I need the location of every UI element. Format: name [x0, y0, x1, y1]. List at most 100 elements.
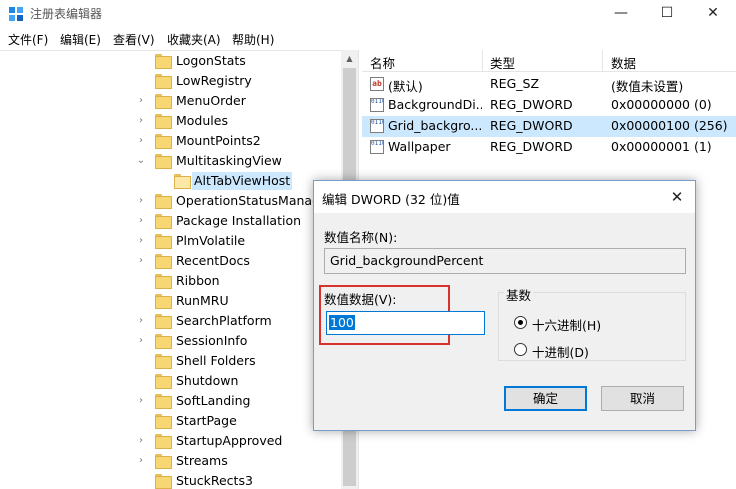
chevron-right-icon[interactable]: ›: [136, 194, 146, 208]
tree-item[interactable]: › SearchPlatform: [0, 311, 340, 331]
folder-icon: [155, 114, 172, 129]
tree-item[interactable]: Ribbon: [0, 271, 340, 291]
tree-item[interactable]: › Package Installation: [0, 211, 340, 231]
chevron-right-icon[interactable]: ›: [136, 254, 146, 268]
chevron-right-icon[interactable]: ›: [136, 214, 146, 228]
chevron-right-icon[interactable]: [136, 274, 146, 288]
tree-item-label: SessionInfo: [176, 333, 248, 348]
folder-icon: [155, 274, 172, 289]
value-data-input[interactable]: 100: [326, 311, 485, 335]
chevron-right-icon[interactable]: ›: [136, 134, 146, 148]
tree-item-label: AltTabViewHost: [192, 172, 293, 190]
cancel-button[interactable]: 取消: [601, 386, 684, 411]
value-type: REG_DWORD: [490, 139, 573, 154]
dialog-title-bar[interactable]: 编辑 DWORD (32 位)值 ✕: [314, 181, 695, 213]
value-type: REG_SZ: [490, 76, 540, 91]
chevron-right-icon[interactable]: ›: [136, 434, 146, 448]
chevron-right-icon[interactable]: ›: [136, 394, 146, 408]
list-row[interactable]: 0110 Wallpaper REG_DWORD 0x00000001 (1): [362, 137, 736, 158]
tree-item-label: MountPoints2: [176, 133, 261, 148]
tree-item-label: Package Installation: [176, 213, 302, 228]
menu-file[interactable]: 文件(F): [8, 31, 48, 48]
tree-item[interactable]: RunMRU: [0, 291, 340, 311]
tree-item[interactable]: › SoftLanding: [0, 391, 340, 411]
tree-item-selected[interactable]: AltTabViewHost: [0, 171, 340, 191]
chevron-right-icon[interactable]: ›: [136, 314, 146, 328]
chevron-right-icon[interactable]: ›: [136, 454, 146, 468]
tree-item[interactable]: › StartupApproved: [0, 431, 340, 451]
folder-icon: [155, 334, 172, 349]
menu-edit[interactable]: 编辑(E): [60, 31, 101, 48]
chevron-right-icon[interactable]: ›: [136, 114, 146, 128]
column-divider[interactable]: [482, 50, 483, 72]
chevron-down-icon[interactable]: ⌄: [136, 154, 146, 168]
tree-item-label: RecentDocs: [176, 253, 250, 268]
radio-hexadecimal[interactable]: [514, 316, 527, 329]
column-header-data[interactable]: 数据: [611, 53, 636, 72]
list-row-selected[interactable]: 0110 Grid_backgro... REG_DWORD 0x0000010…: [362, 116, 736, 137]
tree-item[interactable]: Shutdown: [0, 371, 340, 391]
tree-item-label: PlmVolatile: [176, 233, 246, 248]
radio-decimal-label[interactable]: 十进制(D): [532, 342, 589, 361]
minimize-button[interactable]: —: [598, 0, 644, 28]
list-row[interactable]: 0110 BackgroundDi... REG_DWORD 0x0000000…: [362, 95, 736, 116]
binary-value-icon: 0110: [370, 98, 384, 112]
radio-hexadecimal-label[interactable]: 十六进制(H): [532, 315, 601, 334]
folder-icon: [155, 354, 172, 369]
list-row[interactable]: ab (默认) REG_SZ (数值未设置): [362, 74, 736, 95]
chevron-right-icon[interactable]: [136, 74, 146, 88]
menu-help[interactable]: 帮助(H): [232, 31, 274, 48]
chevron-right-icon[interactable]: [136, 54, 146, 68]
chevron-right-icon[interactable]: ›: [136, 94, 146, 108]
close-button[interactable]: ✕: [690, 0, 736, 28]
tree-item[interactable]: ⌄ MultitaskingView: [0, 151, 340, 171]
tree-item[interactable]: › Modules: [0, 111, 340, 131]
column-header-name[interactable]: 名称: [370, 53, 395, 72]
chevron-right-icon[interactable]: ›: [136, 334, 146, 348]
folder-icon: [155, 314, 172, 329]
tree-item[interactable]: StuckRects3: [0, 471, 340, 489]
chevron-right-icon[interactable]: [136, 414, 146, 428]
column-divider[interactable]: [602, 50, 603, 72]
ok-button[interactable]: 确定: [504, 386, 587, 411]
value-name: Wallpaper: [388, 139, 451, 154]
menu-view[interactable]: 查看(V): [113, 31, 155, 48]
tree-item[interactable]: › SessionInfo: [0, 331, 340, 351]
menu-favorites[interactable]: 收藏夹(A): [167, 31, 221, 48]
binary-value-icon: 0110: [370, 119, 384, 133]
folder-icon: [155, 254, 172, 269]
window-title: 注册表编辑器: [30, 7, 103, 21]
string-value-icon: ab: [370, 77, 384, 91]
dialog-close-button[interactable]: ✕: [664, 185, 690, 209]
tree-item[interactable]: › OperationStatusManag: [0, 191, 340, 211]
tree-item[interactable]: StartPage: [0, 411, 340, 431]
tree-item[interactable]: Shell Folders: [0, 351, 340, 371]
folder-icon: [155, 374, 172, 389]
tree-item[interactable]: LogonStats: [0, 51, 340, 71]
chevron-right-icon[interactable]: ›: [136, 234, 146, 248]
chevron-right-icon[interactable]: [136, 374, 146, 388]
radio-decimal[interactable]: [514, 343, 527, 356]
value-name: (默认): [388, 79, 423, 94]
tree-item-label: SoftLanding: [176, 393, 251, 408]
tree-item[interactable]: › Streams: [0, 451, 340, 471]
chevron-right-icon[interactable]: [136, 294, 146, 308]
tree-item[interactable]: › PlmVolatile: [0, 231, 340, 251]
scroll-up-arrow-icon[interactable]: ▲: [341, 51, 358, 67]
tree-item[interactable]: LowRegistry: [0, 71, 340, 91]
tree-item-label: SearchPlatform: [176, 313, 272, 328]
folder-icon: [155, 74, 172, 89]
chevron-right-icon[interactable]: [136, 354, 146, 368]
tree-item-label: LogonStats: [176, 53, 246, 68]
tree-item[interactable]: › MenuOrder: [0, 91, 340, 111]
value-name-label: 数值名称(N):: [324, 230, 398, 245]
maximize-button[interactable]: ☐: [644, 0, 690, 28]
tree-item[interactable]: › RecentDocs: [0, 251, 340, 271]
folder-icon: [155, 54, 172, 69]
tree-item-label: Ribbon: [176, 273, 220, 288]
column-header-type[interactable]: 类型: [490, 53, 515, 72]
chevron-right-icon[interactable]: [136, 474, 146, 488]
tree-item-label: StuckRects3: [176, 473, 253, 488]
value-name-field[interactable]: Grid_backgroundPercent: [324, 248, 686, 274]
tree-item[interactable]: › MountPoints2: [0, 131, 340, 151]
